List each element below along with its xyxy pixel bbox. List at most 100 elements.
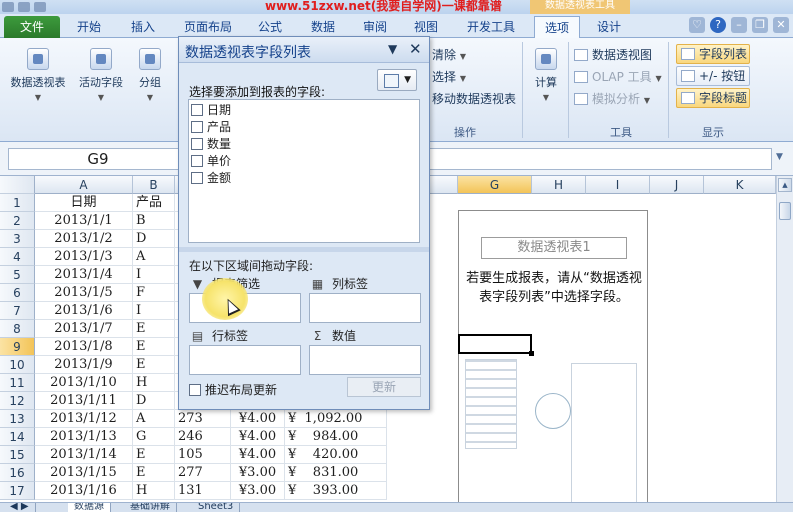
clear-button[interactable]: 清除 ▼ (432, 46, 466, 63)
cell-date[interactable]: 2013/1/6 (35, 302, 133, 320)
checkbox-icon[interactable] (191, 172, 203, 184)
cell-date[interactable]: 2013/1/16 (35, 482, 133, 500)
cell-product[interactable]: E (133, 446, 175, 464)
row-header[interactable]: 10 (0, 356, 35, 374)
column-header-b[interactable]: B (133, 176, 175, 194)
cell-product[interactable]: D (133, 392, 175, 410)
row-header[interactable]: 4 (0, 248, 35, 266)
cell-product[interactable]: E (133, 356, 175, 374)
cell-amount[interactable]: ¥ 1,092.00 (285, 410, 387, 428)
row-header[interactable]: 16 (0, 464, 35, 482)
checkbox-icon[interactable] (189, 384, 201, 396)
cell-date[interactable]: 2013/1/7 (35, 320, 133, 338)
scroll-thumb[interactable] (779, 202, 791, 220)
field-date[interactable]: 日期 (191, 102, 231, 118)
cell-amount[interactable]: ¥ 420.00 (285, 446, 387, 464)
pane-splitter[interactable] (179, 247, 429, 252)
cell-quantity[interactable]: 105 (175, 446, 231, 464)
cell-date[interactable]: 2013/1/8 (35, 338, 133, 356)
cell-unit-price[interactable]: ¥3.00 (231, 464, 285, 482)
cell-date[interactable]: 2013/1/5 (35, 284, 133, 302)
checkbox-icon[interactable] (191, 155, 203, 167)
name-box[interactable]: G9 (8, 148, 188, 170)
column-header-k[interactable]: K (704, 176, 776, 194)
expand-formula-icon[interactable]: ▼ (776, 152, 783, 162)
checkbox-icon[interactable] (191, 104, 203, 116)
cell-product[interactable]: I (133, 266, 175, 284)
cell-date[interactable]: 2013/1/10 (35, 374, 133, 392)
cell-date[interactable]: 2013/1/1 (35, 212, 133, 230)
close-icon[interactable]: ✕ (773, 17, 789, 33)
cell-amount[interactable]: ¥ 831.00 (285, 464, 387, 482)
row-header[interactable]: 11 (0, 374, 35, 392)
field-product[interactable]: 产品 (191, 119, 231, 135)
sheet-tab-sheet3[interactable]: Sheet3 (192, 503, 241, 512)
cell-date[interactable]: 日期 (35, 194, 133, 212)
row-header[interactable]: 14 (0, 428, 35, 446)
cell-date[interactable]: 2013/1/14 (35, 446, 133, 464)
cell-quantity[interactable]: 246 (175, 428, 231, 446)
pivot-table-placeholder[interactable]: 数据透视表1 若要生成报表，请从“数据透视表字段列表”中选择字段。 (458, 210, 648, 512)
cell-product[interactable]: A (133, 410, 175, 428)
tab-design[interactable]: 设计 (588, 16, 630, 38)
column-header-g[interactable]: G (458, 176, 532, 194)
column-header-j[interactable]: J (650, 176, 704, 194)
checkbox-icon[interactable] (191, 138, 203, 150)
pivot-table-button[interactable]: 数据透视表 ▼ (6, 48, 70, 103)
formula-input[interactable] (420, 148, 772, 170)
cell-unit-price[interactable]: ¥3.00 (231, 482, 285, 500)
row-header[interactable]: 9 (0, 338, 35, 356)
restore-icon[interactable]: ❐ (752, 17, 768, 33)
cell-product[interactable]: E (133, 338, 175, 356)
undo-icon[interactable] (34, 2, 46, 12)
calc-button[interactable]: 计算 ▼ (528, 48, 564, 103)
tab-options[interactable]: 选项 (534, 16, 580, 38)
selected-cell-g9[interactable] (458, 334, 534, 356)
pane-menu-icon[interactable]: ▼ (388, 42, 397, 56)
cell-product[interactable]: D (133, 230, 175, 248)
close-icon[interactable]: ✕ (409, 40, 422, 58)
column-labels-dropzone[interactable] (309, 293, 421, 323)
cell-product[interactable]: F (133, 284, 175, 302)
cell-date[interactable]: 2013/1/3 (35, 248, 133, 266)
tab-file[interactable]: 文件 (4, 16, 60, 38)
row-header[interactable]: 2 (0, 212, 35, 230)
cell-date[interactable]: 2013/1/11 (35, 392, 133, 410)
row-header[interactable]: 8 (0, 320, 35, 338)
row-header[interactable]: 17 (0, 482, 35, 500)
tab-home[interactable]: 开始 (66, 16, 112, 38)
cell-quantity[interactable]: 273 (175, 410, 231, 428)
heart-icon[interactable]: ♡ (689, 17, 705, 33)
cell-product[interactable]: I (133, 302, 175, 320)
checkbox-icon[interactable] (191, 121, 203, 133)
tab-developer[interactable]: 开发工具 (458, 16, 524, 38)
row-header[interactable]: 15 (0, 446, 35, 464)
cell-date[interactable]: 2013/1/4 (35, 266, 133, 284)
column-header-a[interactable]: A (35, 176, 133, 194)
cell-quantity[interactable]: 277 (175, 464, 231, 482)
field-unit-price[interactable]: 单价 (191, 153, 231, 169)
pivot-chart-button[interactable]: 数据透视图 (574, 46, 652, 63)
sheet-tab-data-source[interactable]: 数据源 (68, 503, 111, 512)
row-header[interactable]: 3 (0, 230, 35, 248)
cell-product[interactable]: A (133, 248, 175, 266)
cell-amount[interactable]: ¥ 984.00 (285, 428, 387, 446)
cell-amount[interactable]: ¥ 393.00 (285, 482, 387, 500)
minimize-icon[interactable]: – (731, 17, 747, 33)
tab-formulas[interactable]: 公式 (250, 16, 290, 38)
what-if-button[interactable]: 模拟分析 ▼ (574, 90, 650, 107)
active-field-button[interactable]: 活动字段 ▼ (74, 48, 128, 103)
field-amount[interactable]: 金额 (191, 170, 231, 186)
cell-product[interactable]: E (133, 464, 175, 482)
field-headers-toggle[interactable]: 字段标题 (676, 88, 750, 108)
row-header[interactable]: 6 (0, 284, 35, 302)
cell-unit-price[interactable]: ¥4.00 (231, 446, 285, 464)
vertical-scrollbar[interactable]: ▲ (776, 176, 793, 502)
pane-header[interactable]: 数据透视表字段列表 ▼ ✕ (179, 37, 429, 63)
cell-product[interactable]: 产品 (133, 194, 175, 212)
values-dropzone[interactable] (309, 345, 421, 375)
row-header[interactable]: 13 (0, 410, 35, 428)
cell-product[interactable]: E (133, 320, 175, 338)
row-header[interactable]: 1 (0, 194, 35, 212)
row-header[interactable]: 12 (0, 392, 35, 410)
